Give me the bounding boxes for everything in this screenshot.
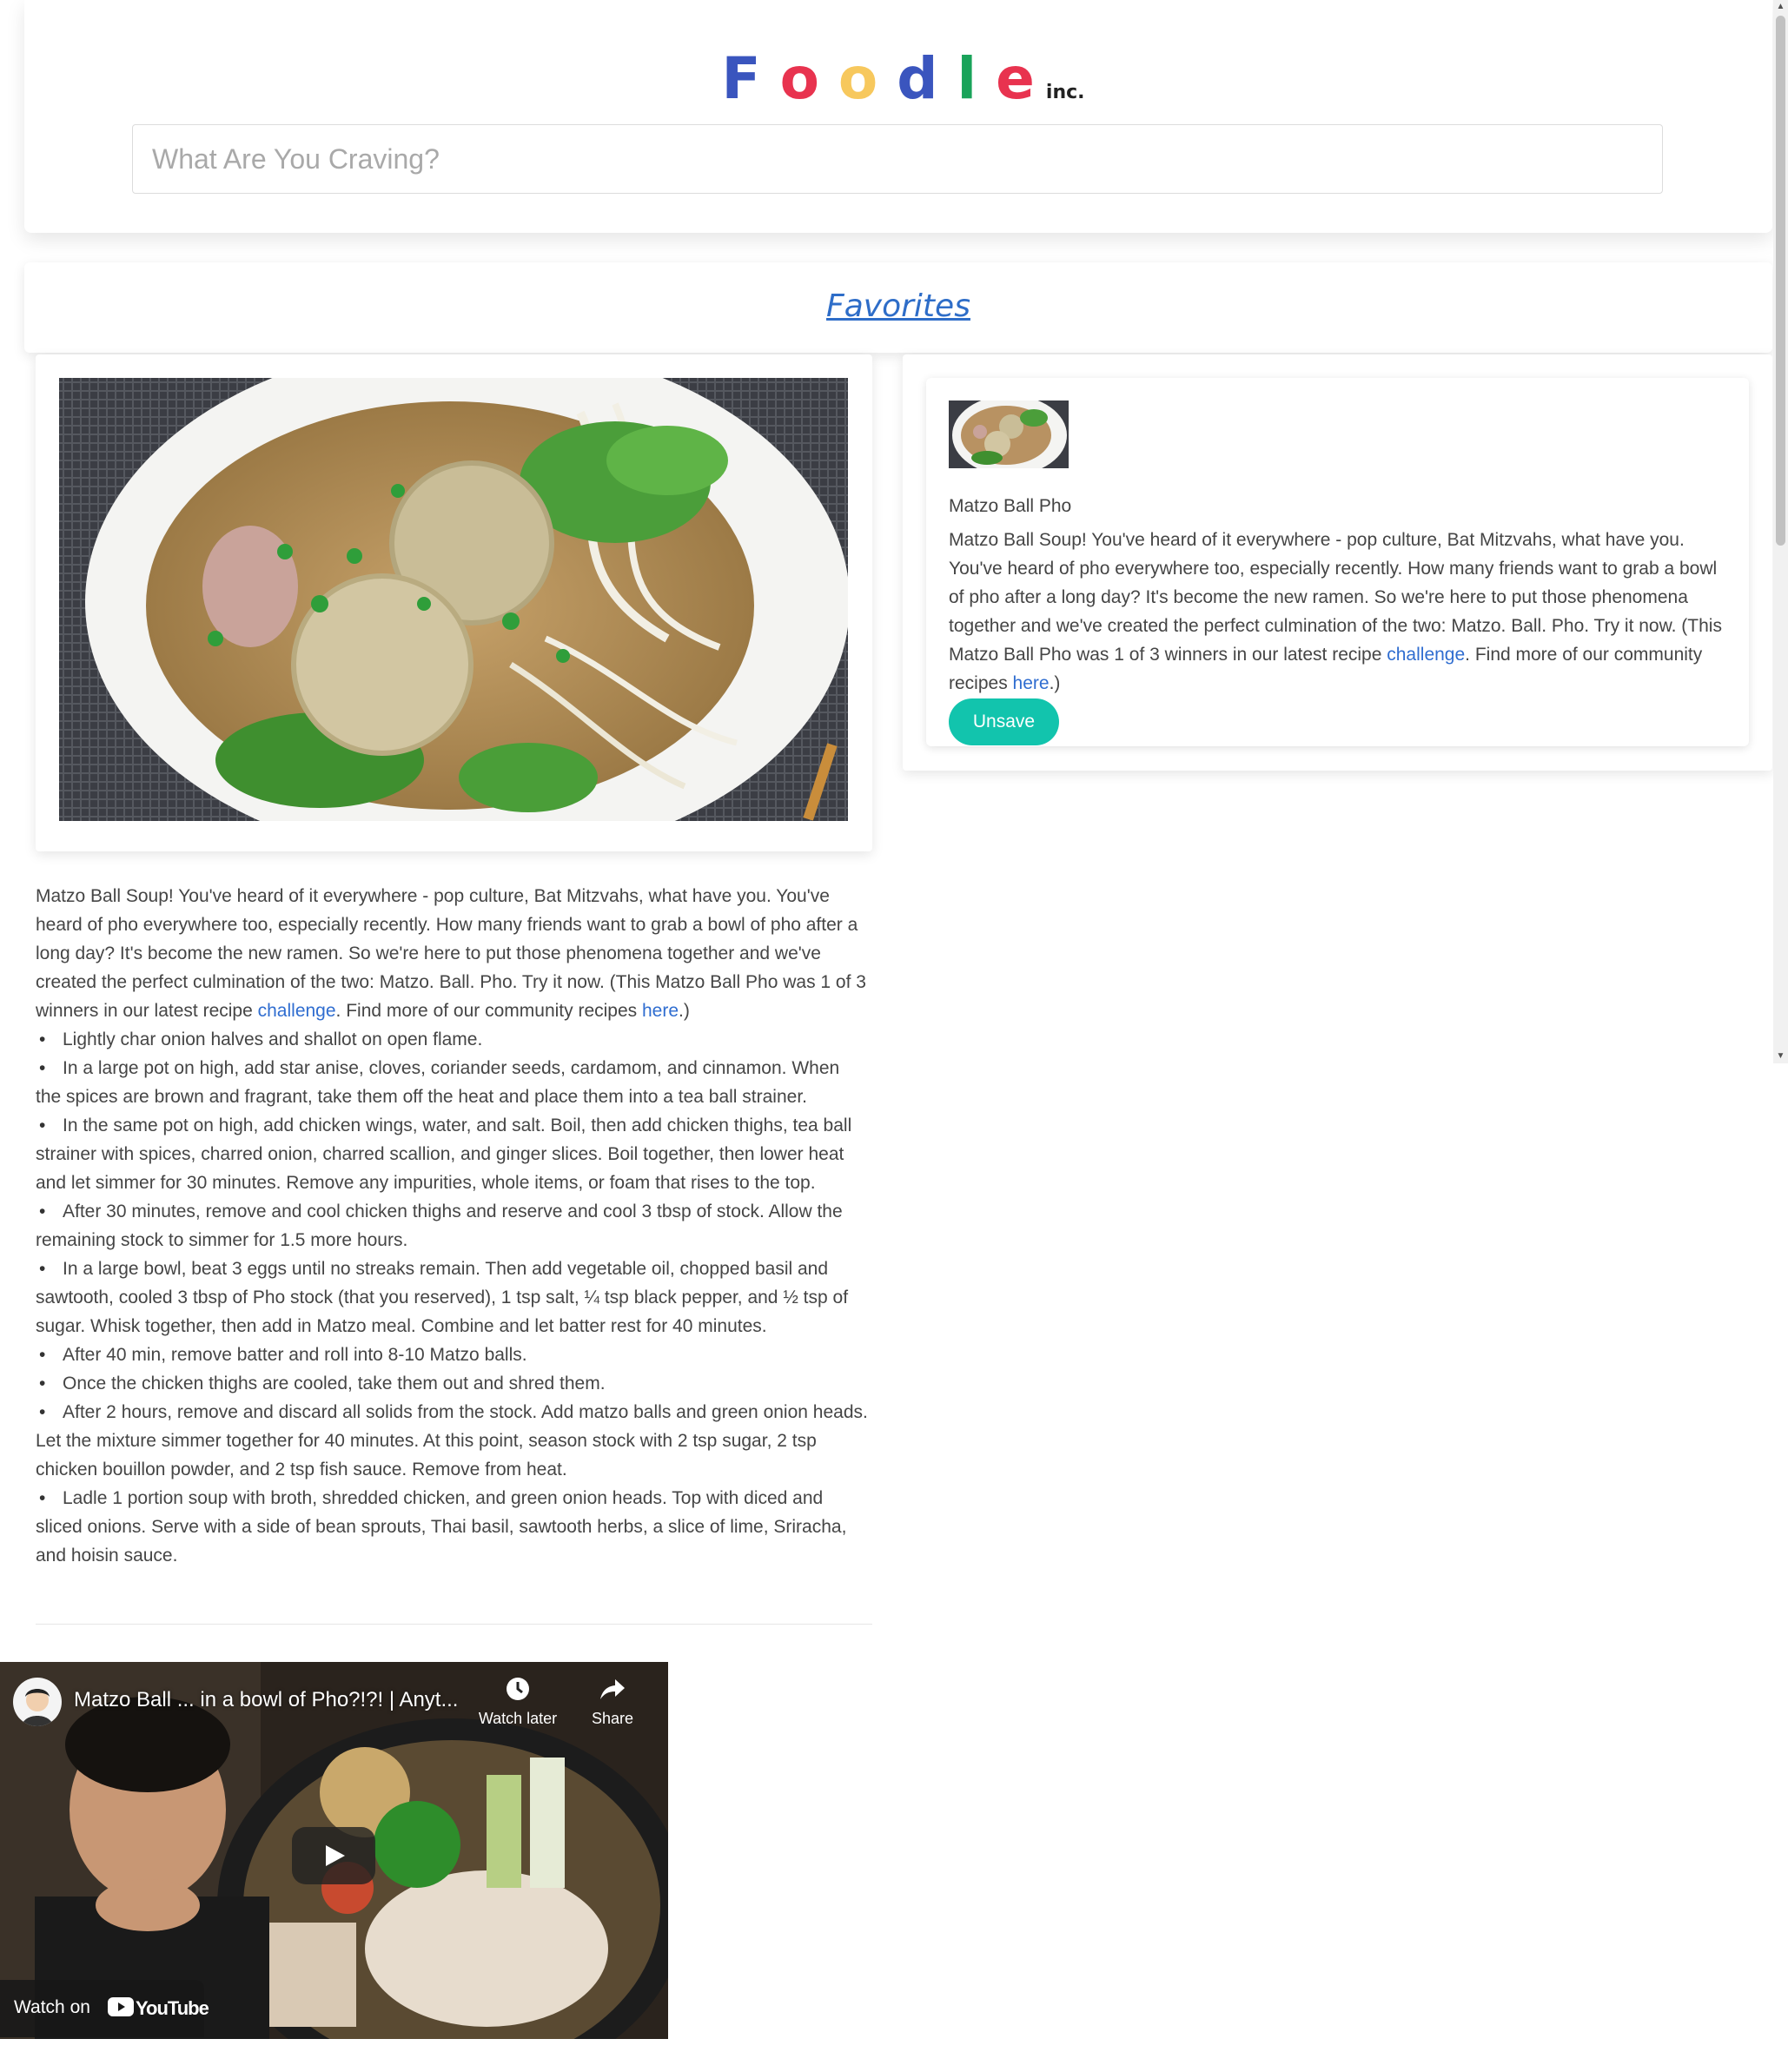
- logo-suffix: inc.: [1045, 82, 1085, 103]
- intro-text-end: .): [679, 1001, 690, 1021]
- favorites-link[interactable]: Favorites: [826, 288, 970, 324]
- share-icon: [600, 1679, 625, 1699]
- saved-community-link[interactable]: here: [1013, 673, 1050, 693]
- foodle-logo[interactable]: Fo o d l e inc.: [24, 50, 1772, 108]
- favorites-bar: Favorites: [24, 262, 1772, 353]
- watch-later-button[interactable]: Watch later: [470, 1676, 566, 1728]
- recipe-step: In a large bowl, beat 3 eggs until no st…: [36, 1254, 870, 1341]
- saved-recipes-panel: Matzo Ball Pho Matzo Ball Soup! You've h…: [903, 354, 1772, 771]
- saved-desc-end: .): [1049, 673, 1061, 693]
- recipe-step: In a large pot on high, add star anise, …: [36, 1054, 870, 1111]
- logo-letter: e: [996, 45, 1035, 112]
- challenge-link[interactable]: challenge: [258, 1001, 336, 1021]
- watch-on-label: Watch on: [14, 1997, 90, 2017]
- recipe-step: Lightly char onion halves and shallot on…: [36, 1025, 870, 1054]
- vertical-scrollbar[interactable]: ▲ ▼: [1773, 0, 1788, 1063]
- logo-letter: o: [838, 45, 878, 112]
- youtube-logo-icon: [108, 1997, 134, 2016]
- recipe-step: Ladle 1 portion soup with broth, shredde…: [36, 1484, 870, 1570]
- logo-letter: d: [897, 45, 938, 112]
- logo-letter: l: [957, 45, 977, 112]
- recipe-step: In the same pot on high, add chicken win…: [36, 1111, 870, 1197]
- saved-recipe-thumbnail[interactable]: [949, 400, 1069, 468]
- header-card: Fo o d l e inc.: [24, 0, 1772, 233]
- video-title[interactable]: Matzo Ball ... in a bowl of Pho?!?! | An…: [74, 1688, 465, 1712]
- recipe-steps-list: Lightly char onion halves and shallot on…: [36, 1025, 870, 1570]
- scroll-up-icon[interactable]: ▲: [1773, 0, 1788, 14]
- share-label: Share: [591, 1710, 634, 1727]
- divider: [36, 1624, 872, 1625]
- recipe-hero-image: [59, 378, 848, 821]
- saved-recipe-description: Matzo Ball Soup! You've heard of it ever…: [949, 526, 1731, 698]
- recipe-image-card: [36, 354, 872, 851]
- unsave-button[interactable]: Unsave: [949, 698, 1059, 745]
- recipe-step: After 30 minutes, remove and cool chicke…: [36, 1197, 870, 1254]
- saved-recipe-title: Matzo Ball Pho: [949, 496, 1072, 516]
- watch-on-youtube-button[interactable]: Watch on YouTube: [0, 1980, 209, 2037]
- recipe-step: After 2 hours, remove and discard all so…: [36, 1398, 870, 1484]
- scroll-down-icon[interactable]: ▼: [1773, 1049, 1788, 1063]
- channel-avatar[interactable]: [13, 1678, 62, 1726]
- play-button[interactable]: [292, 1827, 375, 1884]
- recipe-intro: Matzo Ball Soup! You've heard of it ever…: [36, 882, 870, 1025]
- recipe-step: After 40 min, remove batter and roll int…: [36, 1341, 870, 1369]
- clock-icon: [507, 1678, 529, 1700]
- community-recipes-link[interactable]: here: [642, 1001, 679, 1021]
- saved-recipe-card: Matzo Ball Pho Matzo Ball Soup! You've h…: [926, 378, 1749, 746]
- watch-later-label: Watch later: [478, 1710, 558, 1727]
- recipe-description: Matzo Ball Soup! You've heard of it ever…: [36, 882, 870, 1570]
- play-icon: [326, 1845, 345, 1866]
- intro-text-middle: . Find more of our community recipes: [335, 1001, 642, 1021]
- logo-letter: F: [721, 45, 761, 112]
- youtube-wordmark: YouTube: [136, 1997, 209, 2019]
- youtube-embed[interactable]: Matzo Ball ... in a bowl of Pho?!?! | An…: [0, 1662, 668, 2039]
- saved-challenge-link[interactable]: challenge: [1387, 645, 1465, 665]
- share-button[interactable]: Share: [565, 1676, 660, 1728]
- search-input[interactable]: [132, 124, 1663, 194]
- scrollbar-thumb[interactable]: [1776, 16, 1785, 546]
- logo-letter: o: [779, 45, 819, 112]
- recipe-step: Once the chicken thighs are cooled, take…: [36, 1369, 870, 1398]
